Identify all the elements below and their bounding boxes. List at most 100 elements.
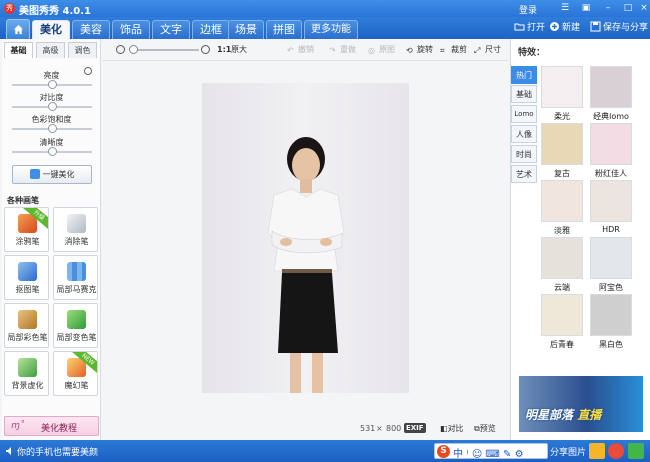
add-icon[interactable] <box>628 443 644 459</box>
rotate-icon: ⟲ <box>406 46 413 55</box>
original-button[interactable]: ◎ 原图 <box>368 44 395 56</box>
open-button[interactable]: 打开 <box>514 21 545 35</box>
zoom-in-icon[interactable] <box>201 45 210 54</box>
new-button[interactable]: 新建 <box>549 21 580 35</box>
contrast-slider[interactable] <box>12 102 92 111</box>
tool-label: 涂鸦笔 <box>15 237 40 246</box>
canvas <box>103 62 508 417</box>
login-link[interactable]: 登录 <box>519 3 537 16</box>
effect-label: 云端 <box>554 283 570 292</box>
brightness-slider[interactable] <box>12 80 92 89</box>
slider-thumb[interactable] <box>47 147 57 156</box>
tool-color-pen[interactable]: 局部彩色笔 <box>4 303 49 348</box>
close-icon[interactable]: × <box>638 2 650 14</box>
saturation-slider[interactable] <box>12 124 92 133</box>
category-lomo[interactable]: Lomo <box>511 105 537 123</box>
category-art[interactable]: 艺术 <box>511 165 537 183</box>
share-image-link[interactable]: 分享图片 <box>550 445 586 458</box>
tool-bg-blur[interactable]: 背景虚化 <box>4 351 49 396</box>
tutorial-label: 美化教程 <box>41 424 78 434</box>
category-portrait[interactable]: 人像 <box>511 125 537 143</box>
image-width: 531 <box>360 424 376 433</box>
save-share-button[interactable]: 保存与分享 <box>590 21 648 35</box>
tool-doodle-pen[interactable]: 升级 涂鸦笔 <box>4 207 49 252</box>
effect-label: 淡雅 <box>554 226 570 235</box>
effect-classic-lomo[interactable]: 经典lomo <box>590 66 632 121</box>
status-message[interactable]: 你的手机也需要美颜 <box>17 445 98 458</box>
tab-more[interactable]: 更多功能▾ <box>304 20 358 53</box>
crop-button[interactable]: ⌗ 裁剪 <box>440 44 467 56</box>
rotate-button[interactable]: ⟲ 旋转 <box>406 44 433 56</box>
home-tab[interactable] <box>6 19 30 39</box>
zoom-out-icon[interactable] <box>116 45 125 54</box>
tab-scene[interactable]: 场景 <box>228 20 264 39</box>
original-size-button[interactable]: 原大 <box>231 44 247 56</box>
size-button[interactable]: ⤢ 尺寸 <box>474 44 501 56</box>
effect-hdr[interactable]: HDR <box>590 180 632 234</box>
effect-retro[interactable]: 复古 <box>541 123 583 178</box>
effect-youth[interactable]: 后青春 <box>541 294 583 349</box>
redo-button[interactable]: ↷ 重做 <box>329 44 356 56</box>
plus-icon <box>550 22 559 31</box>
effect-black-white[interactable]: 黑白色 <box>590 294 632 349</box>
ad-text: 明星部落 直播 <box>525 406 601 423</box>
photo[interactable] <box>202 83 409 393</box>
cutout-icon <box>18 262 37 281</box>
menu-icon[interactable]: ☰ <box>559 2 571 14</box>
input-method-bar[interactable]: S 中 ⁾ ☺ ⌨ ✎ ⚙ <box>434 443 548 460</box>
magic-icon <box>29 169 40 179</box>
undo-button[interactable]: ↶ 撤销 <box>287 44 314 56</box>
category-fashion[interactable]: 时尚 <box>511 145 537 163</box>
effect-abao[interactable]: 阿宝色 <box>590 237 632 292</box>
star-icon[interactable] <box>589 443 605 459</box>
sogou-icon: S <box>437 445 450 458</box>
eraser-icon <box>67 214 86 233</box>
weibo-icon[interactable] <box>608 443 624 459</box>
tool-cutout-pen[interactable]: 抠图笔 <box>4 255 49 300</box>
tab-basic[interactable]: 基础 <box>4 42 33 58</box>
effect-thumbnail <box>541 180 583 222</box>
ratio-1-1-button[interactable]: 1:1 <box>217 44 231 56</box>
tool-eraser[interactable]: 消除笔 <box>53 207 98 252</box>
tab-beautify[interactable]: 美化 <box>32 20 70 39</box>
tool-mosaic[interactable]: 局部马赛克 <box>53 255 98 300</box>
minimize-icon[interactable]: – <box>602 2 614 14</box>
slider-thumb[interactable] <box>47 80 57 89</box>
one-key-beautify-button[interactable]: 一键美化 <box>12 165 92 184</box>
category-hot[interactable]: 热门 <box>511 66 537 84</box>
category-basic[interactable]: 基础 <box>511 85 537 103</box>
sharpness-slider[interactable] <box>12 147 92 156</box>
zoom-thumb[interactable] <box>129 45 138 54</box>
tutorial-button[interactable]: ɱ˚ 美化教程 <box>4 416 99 436</box>
brush-icon <box>18 310 37 329</box>
ad-text-2: 直播 <box>577 408 602 422</box>
slider-thumb[interactable] <box>47 102 57 111</box>
preview-button[interactable]: ⧉预览 <box>474 423 496 434</box>
zoom-slider[interactable] <box>129 45 199 54</box>
tab-text[interactable]: 文字 <box>152 20 190 39</box>
tab-color[interactable]: 调色 <box>68 42 97 58</box>
tab-frame[interactable]: 边框 <box>192 20 230 39</box>
tool-magic-pen[interactable]: NEW 魔幻笔 <box>53 351 98 396</box>
effect-elegant[interactable]: 淡雅 <box>541 180 583 235</box>
save-icon <box>590 21 601 32</box>
effect-soft-light[interactable]: 柔光 <box>541 66 583 121</box>
mosaic-icon <box>67 262 86 281</box>
tab-accessories[interactable]: 饰品 <box>112 20 150 39</box>
skin-icon[interactable]: ▣ <box>580 2 592 14</box>
tab-collage[interactable]: 拼图 <box>266 20 302 39</box>
ad-banner[interactable]: 明星部落 直播 <box>519 376 643 432</box>
open-label: 打开 <box>527 23 546 33</box>
compare-icon: ◧ <box>440 424 448 433</box>
compare-button[interactable]: ◧对比 <box>440 423 464 434</box>
effect-thumbnail <box>541 237 583 279</box>
tab-beauty[interactable]: 美容 <box>72 20 110 39</box>
effect-thumbnail <box>590 237 632 279</box>
effect-cloud[interactable]: 云端 <box>541 237 583 292</box>
maximize-icon[interactable]: □ <box>622 2 634 14</box>
slider-thumb[interactable] <box>47 124 57 133</box>
tool-recolor-pen[interactable]: 局部变色笔 <box>53 303 98 348</box>
tab-advanced[interactable]: 高级 <box>36 42 65 58</box>
exif-badge[interactable]: EXIF <box>404 423 426 433</box>
effect-pink-lady[interactable]: 粉红佳人 <box>590 123 632 178</box>
